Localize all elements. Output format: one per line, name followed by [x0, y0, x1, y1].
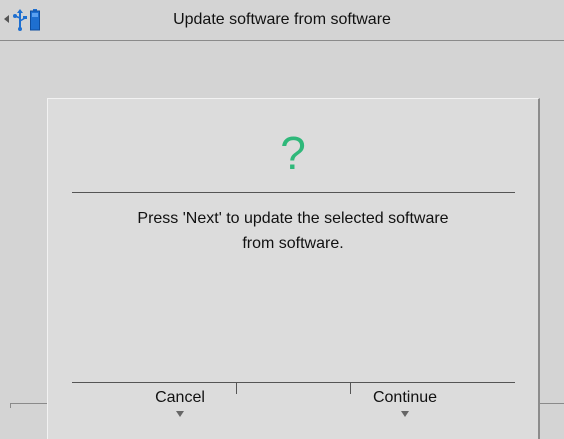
question-mark-icon: ? — [280, 127, 306, 179]
page-title: Update software from software — [173, 11, 391, 28]
message-line-2: from software. — [242, 235, 344, 252]
background-divider-tick — [10, 403, 11, 408]
background-divider — [538, 403, 564, 404]
background-divider — [10, 403, 48, 404]
dialog-message: Press 'Next' to update the selected soft… — [88, 206, 498, 256]
dialog-divider-bottom — [72, 382, 515, 383]
cancel-label: Cancel — [155, 389, 205, 406]
continue-button[interactable]: Continue — [330, 389, 480, 417]
message-line-1: Press 'Next' to update the selected soft… — [137, 210, 449, 227]
dialog-divider-top — [72, 192, 515, 193]
down-arrow-icon — [176, 411, 184, 417]
title-bar: Update software from software — [0, 0, 564, 41]
down-arrow-icon — [401, 411, 409, 417]
continue-label: Continue — [372, 389, 438, 406]
cancel-button[interactable]: Cancel — [105, 389, 255, 417]
confirm-dialog: ? Press 'Next' to update the selected so… — [47, 98, 540, 439]
